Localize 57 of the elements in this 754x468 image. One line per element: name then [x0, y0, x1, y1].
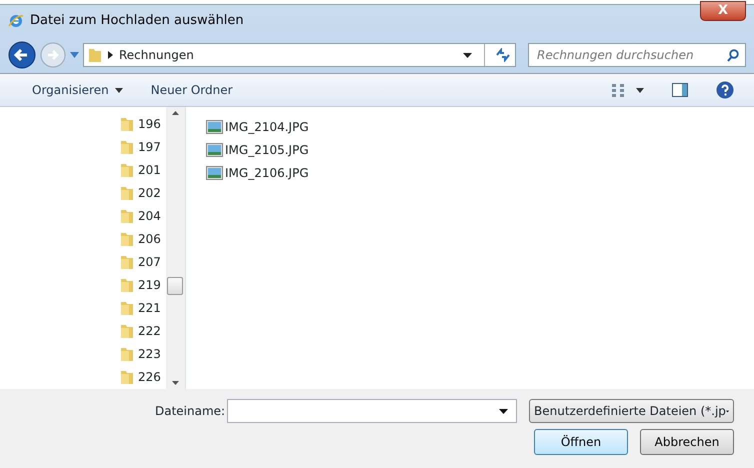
filename-label: Dateiname:: [155, 403, 226, 420]
folder-item[interactable]: 204: [120, 204, 166, 227]
folder-icon: [120, 138, 134, 154]
folder-item[interactable]: 202: [120, 181, 166, 204]
file-item[interactable]: IMG_2105.JPG: [206, 138, 754, 161]
folder-icon: [120, 300, 134, 316]
folder-icon: [120, 162, 134, 178]
dropdown-icon[interactable]: [463, 52, 472, 58]
file-type-dropdown[interactable]: Benutzerdefinierte Dateien (*.jp: [529, 399, 734, 423]
folder-item[interactable]: 206: [120, 227, 166, 250]
folder-icon: [120, 254, 134, 270]
folder-item[interactable]: 196: [120, 112, 166, 135]
folder-icon: [120, 368, 134, 384]
folder-item[interactable]: 222: [120, 319, 166, 342]
folder-item[interactable]: 221: [120, 296, 166, 319]
refresh-icon[interactable]: [495, 48, 511, 62]
search-field[interactable]: Rechnungen durchsuchen: [528, 43, 746, 67]
scrollbar[interactable]: [166, 107, 185, 389]
address-bar[interactable]: Rechnungen: [83, 43, 516, 67]
folder-icon: [120, 116, 134, 132]
dropdown-icon[interactable]: [499, 408, 508, 414]
folder-item[interactable]: 223: [120, 342, 166, 365]
folder-item[interactable]: 219: [120, 273, 166, 296]
folder-icon: [120, 184, 134, 200]
file-item[interactable]: IMG_2106.JPG: [206, 161, 754, 184]
folder-icon: [120, 230, 134, 246]
folder-icon: [120, 322, 134, 338]
folder-item[interactable]: 207: [120, 250, 166, 273]
back-icon[interactable]: [8, 41, 36, 69]
search-icon[interactable]: [727, 48, 739, 62]
window-title: Datei zum Hochladen auswählen: [30, 12, 244, 30]
cancel-button[interactable]: Abbrechen: [640, 429, 734, 455]
file-item[interactable]: IMG_2104.JPG: [206, 115, 754, 138]
folder-item[interactable]: 226: [120, 365, 166, 388]
scroll-thumb[interactable]: [167, 277, 183, 295]
help-icon[interactable]: [716, 81, 734, 99]
folder-icon: [120, 276, 134, 292]
image-file-icon: [206, 120, 223, 134]
folder-icon: [120, 346, 134, 362]
folder-icon: [120, 208, 134, 224]
organize-menu[interactable]: Organisieren: [32, 81, 123, 99]
folder-item[interactable]: 197: [120, 135, 166, 158]
preview-pane-icon[interactable]: [672, 83, 688, 97]
caret-icon: [114, 88, 123, 92]
folder-item[interactable]: 201: [120, 158, 166, 181]
filename-field[interactable]: [227, 399, 517, 423]
folder-icon: [88, 47, 102, 63]
image-file-icon: [206, 142, 223, 156]
image-file-icon: [206, 166, 223, 180]
view-options-icon[interactable]: [612, 84, 626, 96]
chevron-icon: [108, 51, 113, 59]
scroll-down-icon[interactable]: [172, 381, 179, 385]
caret-icon[interactable]: [636, 88, 644, 92]
new-folder-button[interactable]: Neuer Ordner: [150, 81, 233, 99]
open-button[interactable]: Öffnen: [534, 429, 628, 455]
browser-icon: [8, 13, 24, 29]
scroll-up-icon[interactable]: [172, 111, 179, 115]
